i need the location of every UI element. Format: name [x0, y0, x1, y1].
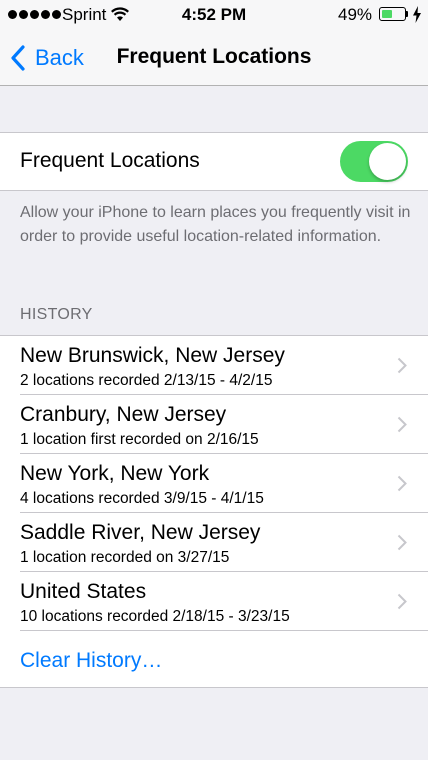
charging-bolt-icon	[413, 6, 421, 23]
history-item-subtitle: 2 locations recorded 2/13/15 - 4/2/15	[20, 372, 273, 389]
history-item-subtitle: 1 location first recorded on 2/16/15	[20, 431, 259, 448]
battery-icon	[379, 7, 406, 21]
history-item-title: Cranbury, New Jersey	[20, 403, 227, 426]
clear-history-button[interactable]: Clear History…	[20, 649, 162, 673]
row-separator	[20, 630, 428, 631]
history-item[interactable]: United States 10 locations recorded 2/18…	[0, 572, 428, 631]
history-item-subtitle: 1 location recorded on 3/27/15	[20, 549, 230, 566]
history-item[interactable]: New York, New York 4 locations recorded …	[0, 454, 428, 513]
history-item-title: United States	[20, 580, 147, 603]
switch-knob	[369, 143, 406, 180]
navigation-bar: Back Frequent Locations	[0, 30, 428, 86]
frequent-locations-switch[interactable]	[340, 141, 408, 182]
page-title-text: Frequent Locations	[116, 45, 312, 68]
battery-tip	[406, 11, 408, 17]
chevron-right-icon	[397, 475, 407, 492]
history-list: New Brunswick, New Jersey 2 locations re…	[0, 335, 428, 688]
history-item-title: Saddle River, New Jersey	[20, 521, 261, 544]
history-item[interactable]: Saddle River, New Jersey 1 location reco…	[0, 513, 428, 572]
chevron-right-icon	[397, 416, 407, 433]
history-item-subtitle: 4 locations recorded 3/9/15 - 4/1/15	[20, 490, 264, 507]
history-item-title: New York, New York	[20, 462, 210, 485]
history-item-title: New Brunswick, New Jersey	[20, 344, 285, 367]
page-title: Frequent Locations	[0, 45, 428, 69]
chevron-right-icon	[397, 593, 407, 610]
history-item[interactable]: New Brunswick, New Jersey 2 locations re…	[0, 336, 428, 395]
toggle-label: Frequent Locations	[20, 149, 200, 172]
status-bar: Sprint 4:52 PM 49%	[0, 0, 428, 30]
battery-percent: 49%	[338, 5, 373, 24]
toggle-description: Allow your iPhone to learn places you fr…	[20, 204, 411, 245]
history-section-header: HISTORY	[20, 306, 93, 323]
chevron-right-icon	[397, 534, 407, 551]
history-item[interactable]: Cranbury, New Jersey 1 location first re…	[0, 395, 428, 454]
history-item-subtitle: 10 locations recorded 2/18/15 - 3/23/15	[20, 608, 290, 625]
chevron-right-icon	[397, 357, 407, 374]
frequent-locations-toggle-row: Frequent Locations	[0, 132, 428, 191]
